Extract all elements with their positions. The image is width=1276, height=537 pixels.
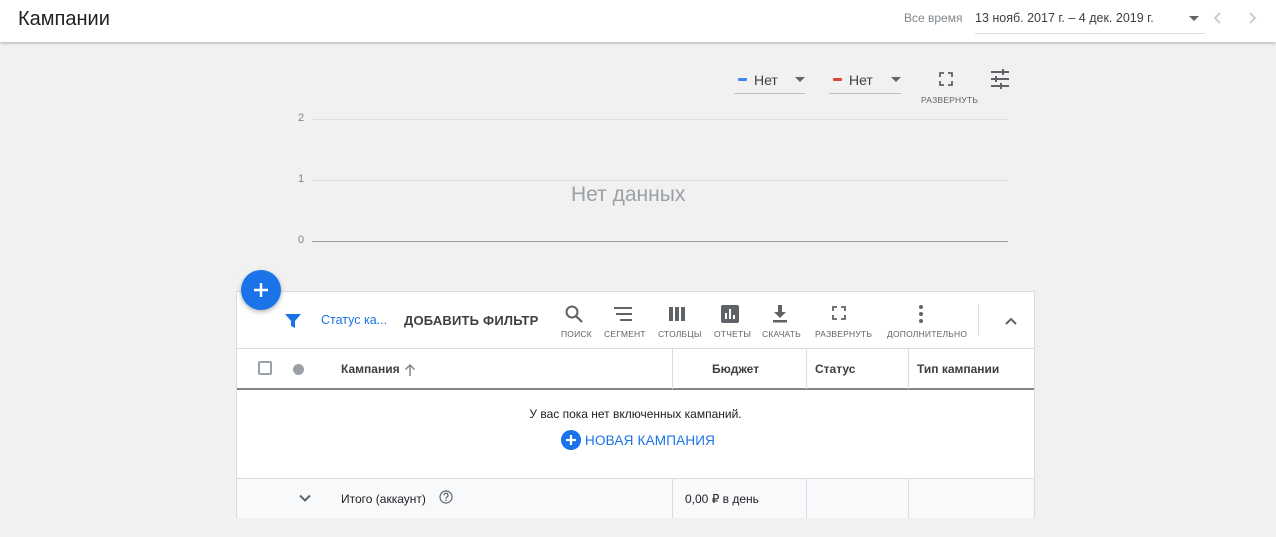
dropdown-arrow-icon [1189, 16, 1199, 21]
columns-label: СТОЛБЦЫ [658, 329, 702, 339]
tune-icon[interactable] [989, 68, 1011, 90]
metric-label-2: Нет [849, 72, 873, 88]
top-bar: Кампании Все время 13 нояб. 2017 г. – 4 … [0, 0, 1276, 42]
download-icon [773, 305, 787, 323]
segment-icon [614, 307, 632, 321]
more-button[interactable]: ДОПОЛНИТЕЛЬНО [885, 292, 967, 348]
expand-table-label: РАЗВЕРНУТЬ [815, 329, 873, 339]
add-circle-icon [561, 430, 581, 450]
column-header-campaign[interactable]: Кампания [341, 362, 400, 376]
select-all-checkbox[interactable] [258, 361, 272, 375]
chart-expand-label: РАЗВЕРНУТЬ [921, 95, 979, 105]
y-tick-label: 1 [298, 173, 305, 185]
chart-empty-text: Нет данных [571, 183, 686, 206]
chevron-right-icon[interactable] [1242, 8, 1262, 28]
sort-arrow-up-icon[interactable] [404, 363, 416, 377]
filter-chip[interactable]: Статус ка... [321, 313, 387, 327]
reports-label: ОТЧЕТЫ [714, 329, 752, 339]
download-label: СКАЧАТЬ [762, 329, 801, 339]
date-range-label: Все время [904, 11, 963, 25]
chevron-down-icon[interactable] [298, 491, 312, 505]
add-campaign-button[interactable] [241, 270, 281, 310]
chart-gridline [312, 119, 1008, 120]
segment-label: СЕГМЕНТ [604, 329, 646, 339]
fullscreen-icon [832, 306, 846, 320]
column-divider [806, 349, 807, 389]
chart-gridline [312, 180, 1008, 181]
campaigns-table-card: Статус ка... ДОБАВИТЬ ФИЛЬТР ПОИСК СЕГМЕ… [236, 291, 1035, 518]
date-range-value: 13 нояб. 2017 г. – 4 дек. 2019 г. [975, 11, 1154, 25]
status-dot-icon [293, 364, 304, 375]
search-icon [565, 305, 583, 323]
column-divider [672, 349, 673, 389]
download-button[interactable]: СКАЧАТЬ [760, 292, 801, 348]
column-divider [672, 479, 673, 518]
total-row: Итого (аккаунт) 0,00 ₽ в день [237, 478, 1034, 518]
column-header-campaign-type[interactable]: Тип кампании [917, 362, 999, 376]
empty-table-message: У вас пока нет включенных кампаний. [529, 407, 742, 421]
expand-table-button[interactable]: РАЗВЕРНУТЬ [813, 292, 873, 348]
date-range-select[interactable]: 13 нояб. 2017 г. – 4 дек. 2019 г. [975, 4, 1205, 34]
filter-icon[interactable] [284, 312, 302, 330]
reports-button[interactable]: ОТЧЕТЫ [712, 292, 752, 348]
columns-icon [669, 307, 685, 321]
reports-icon [721, 305, 739, 323]
search-label: ПОИСК [561, 329, 592, 339]
more-vert-icon [919, 305, 923, 323]
search-button[interactable]: ПОИСК [559, 292, 592, 348]
more-label: ДОПОЛНИТЕЛЬНО [887, 329, 968, 339]
metric-label-1: Нет [754, 72, 778, 88]
chart-expand-button[interactable]: РАЗВЕРНУТЬ [918, 68, 978, 108]
chart-x-axis [312, 241, 1008, 242]
page-title: Кампании [18, 8, 110, 30]
column-divider [806, 479, 807, 518]
metric-select-1[interactable]: Нет [734, 68, 805, 94]
columns-button[interactable]: СТОЛБЦЫ [656, 292, 702, 348]
y-tick-label: 0 [298, 234, 305, 246]
dropdown-arrow-icon [795, 77, 805, 82]
table-header-row: Кампания Бюджет Статус Тип кампании [237, 348, 1034, 390]
column-divider [908, 349, 909, 389]
toolbar-divider [978, 304, 979, 336]
help-icon[interactable] [439, 490, 453, 504]
chevron-up-icon[interactable] [1003, 313, 1019, 329]
column-divider [908, 479, 909, 518]
add-filter-button[interactable]: ДОБАВИТЬ ФИЛЬТР [404, 313, 538, 328]
metric-select-2[interactable]: Нет [829, 68, 901, 94]
column-header-status[interactable]: Статус [815, 362, 855, 376]
plus-icon [254, 283, 268, 297]
dropdown-arrow-icon [891, 77, 901, 82]
metric-color-1 [738, 78, 747, 81]
new-campaign-label: НОВАЯ КАМПАНИЯ [585, 433, 716, 448]
chevron-left-icon[interactable] [1208, 8, 1228, 28]
y-tick-label: 2 [298, 112, 305, 124]
fullscreen-icon [939, 72, 953, 86]
segment-button[interactable]: СЕГМЕНТ [602, 292, 646, 348]
metric-color-2 [833, 78, 842, 81]
column-header-budget[interactable]: Бюджет [712, 362, 759, 376]
total-budget: 0,00 ₽ в день [685, 492, 759, 506]
total-label: Итого (аккаунт) [341, 492, 426, 506]
